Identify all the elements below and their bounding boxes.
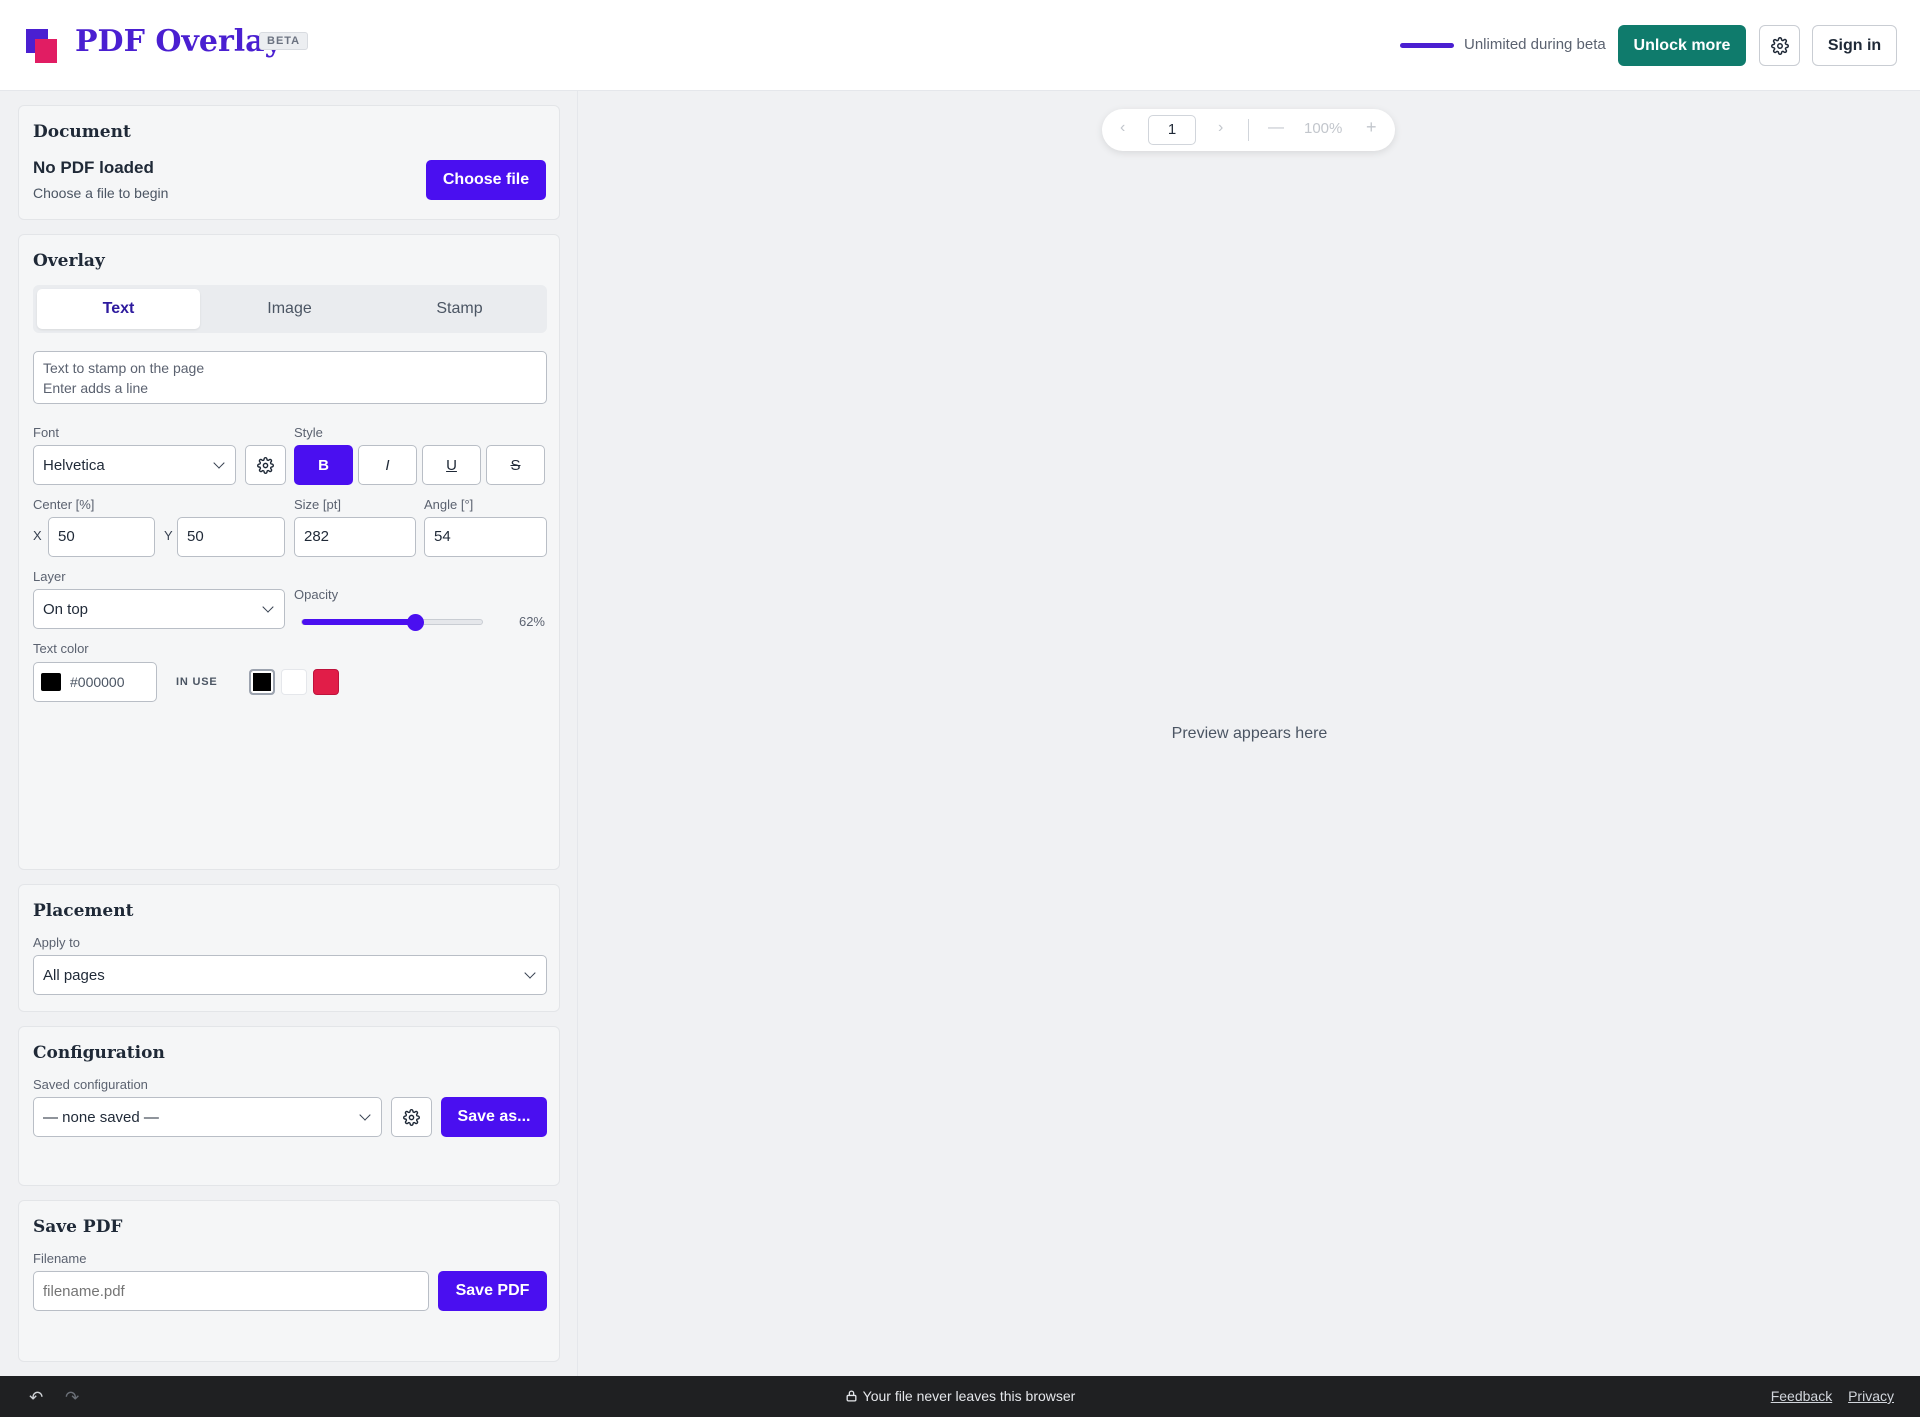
lock-icon [846, 1390, 857, 1402]
y-axis-label: Y [164, 528, 173, 543]
center-x-input[interactable]: 50 [48, 517, 155, 557]
bold-button[interactable]: B [294, 445, 353, 485]
filename-label: Filename [33, 1251, 87, 1266]
color-preview-swatch [41, 673, 61, 691]
underline-button[interactable]: U [422, 445, 481, 485]
angle-input[interactable]: 54 [424, 517, 547, 557]
zoom-level: 100% [1304, 120, 1343, 137]
overlay-card: Overlay Text Image Stamp Text to stamp o… [18, 234, 560, 870]
overlay-tabs: Text Image Stamp [33, 285, 547, 333]
layer-select-value: On top [43, 600, 89, 618]
zoom-out-button[interactable]: — [1268, 119, 1284, 137]
text-color-input[interactable]: #000000 [33, 662, 157, 702]
quota-text: Unlimited during beta [1464, 36, 1606, 53]
status-bar: ↶ ↷ Your file never leaves this browser … [0, 1376, 1920, 1417]
placement-card: Placement Apply to All pages [18, 884, 560, 1012]
italic-button[interactable]: I [358, 445, 417, 485]
gear-icon [403, 1108, 420, 1126]
font-settings-button[interactable] [245, 445, 286, 485]
opacity-slider-fill [302, 619, 415, 625]
page-toolbar: ‹ 1 › — 100% + [1102, 109, 1395, 151]
sidebar: Document No PDF loaded Choose a file to … [0, 91, 578, 1376]
privacy-note: Your file never leaves this browser [0, 1388, 1920, 1404]
font-select[interactable]: Helvetica [33, 445, 236, 485]
choose-file-button[interactable]: Choose file [426, 160, 546, 200]
app-header: PDF Overlay BETA Unlimited during beta U… [0, 0, 1920, 91]
app-logo [26, 29, 60, 63]
apply-to-select[interactable]: All pages [33, 955, 547, 995]
strikethrough-button[interactable]: S [486, 445, 545, 485]
unlock-more-button[interactable]: Unlock more [1618, 25, 1746, 66]
opacity-slider[interactable] [301, 614, 483, 631]
font-label: Font [33, 425, 60, 440]
sign-in-button[interactable]: Sign in [1812, 25, 1897, 66]
save-pdf-title: Save PDF [33, 1217, 123, 1237]
toolbar-divider [1248, 119, 1249, 141]
gear-icon [257, 456, 274, 474]
center-label: Center [%] [33, 497, 95, 512]
config-settings-button[interactable] [391, 1097, 432, 1137]
prev-page-button[interactable]: ‹ [1120, 119, 1125, 137]
save-as-button[interactable]: Save as... [441, 1097, 547, 1137]
document-hint: Choose a file to begin [33, 185, 169, 201]
opacity-value: 62% [518, 614, 545, 629]
chevron-down-icon [262, 601, 274, 613]
saved-config-label: Saved configuration [33, 1077, 148, 1092]
swatch-white[interactable] [281, 669, 307, 695]
quota-bar [1400, 43, 1454, 48]
configuration-title: Configuration [33, 1043, 165, 1063]
layer-select[interactable]: On top [33, 589, 285, 629]
footer-links: Feedback Privacy [1759, 1388, 1894, 1404]
chevron-down-icon [524, 967, 536, 979]
privacy-note-text: Your file never leaves this browser [862, 1388, 1076, 1404]
page-number-input[interactable]: 1 [1148, 115, 1196, 145]
layer-label: Layer [33, 569, 66, 584]
save-pdf-button[interactable]: Save PDF [438, 1271, 547, 1311]
beta-badge: BETA [259, 32, 309, 50]
overlay-text-input[interactable]: Text to stamp on the page Enter adds a l… [33, 351, 547, 404]
apply-to-label: Apply to [33, 935, 80, 950]
swatch-black[interactable] [249, 669, 275, 695]
chevron-down-icon [359, 1109, 371, 1121]
overlay-title: Overlay [33, 251, 105, 271]
gear-icon [1770, 36, 1789, 55]
document-title: Document [33, 122, 131, 142]
chevron-down-icon [213, 457, 225, 469]
saved-config-value: — none saved — [43, 1108, 159, 1126]
tab-text[interactable]: Text [37, 289, 200, 329]
settings-button[interactable] [1759, 25, 1800, 66]
privacy-link[interactable]: Privacy [1848, 1388, 1894, 1404]
tab-image[interactable]: Image [208, 289, 371, 329]
opacity-slider-thumb[interactable] [407, 614, 424, 631]
preview-placeholder: Preview appears here [1171, 725, 1328, 742]
opacity-label: Opacity [294, 587, 339, 602]
document-card: Document No PDF loaded Choose a file to … [18, 105, 560, 220]
color-hex-value: #000000 [70, 674, 125, 690]
size-label: Size [pt] [294, 497, 341, 512]
swatch-red[interactable] [313, 669, 339, 695]
angle-label: Angle [°] [424, 497, 474, 512]
document-status: No PDF loaded [33, 158, 154, 177]
apply-to-value: All pages [43, 966, 105, 984]
app-title: PDF Overlay [75, 24, 283, 59]
in-use-label: IN USE [176, 676, 218, 688]
preview-area: ‹ 1 › — 100% + Preview appears here [579, 91, 1920, 1376]
x-axis-label: X [33, 528, 42, 543]
filename-input[interactable] [33, 1271, 429, 1311]
tab-stamp[interactable]: Stamp [378, 289, 541, 329]
configuration-card: Configuration Saved configuration — none… [18, 1026, 560, 1186]
zoom-in-button[interactable]: + [1366, 117, 1377, 138]
size-input[interactable]: 282 [294, 517, 416, 557]
style-label: Style [294, 425, 323, 440]
feedback-link[interactable]: Feedback [1771, 1388, 1832, 1404]
font-select-value: Helvetica [43, 456, 105, 474]
center-y-input[interactable]: 50 [177, 517, 285, 557]
placement-title: Placement [33, 901, 134, 921]
next-page-button[interactable]: › [1218, 119, 1223, 137]
save-pdf-card: Save PDF Filename Save PDF [18, 1200, 560, 1362]
text-color-label: Text color [33, 641, 89, 656]
saved-config-select[interactable]: — none saved — [33, 1097, 382, 1137]
